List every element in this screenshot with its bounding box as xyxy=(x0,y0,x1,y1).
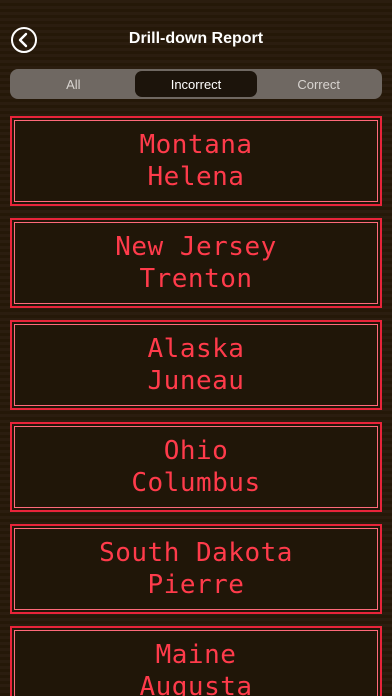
screen: Drill-down Report All Incorrect Correct … xyxy=(0,0,392,696)
capital-name: Augusta xyxy=(139,672,253,696)
list-item[interactable]: South Dakota Pierre xyxy=(10,524,382,614)
filter-segmented-control: All Incorrect Correct xyxy=(10,69,382,99)
state-name: Ohio xyxy=(163,436,229,466)
navigation-bar: Drill-down Report xyxy=(0,18,392,62)
list-item[interactable]: Alaska Juneau xyxy=(10,320,382,410)
state-name: Alaska xyxy=(147,334,245,364)
segment-all[interactable]: All xyxy=(12,71,135,97)
state-name: Montana xyxy=(139,130,253,160)
state-name: South Dakota xyxy=(99,538,293,568)
list-item[interactable]: Maine Augusta xyxy=(10,626,382,696)
list-item[interactable]: New Jersey Trenton xyxy=(10,218,382,308)
page-title: Drill-down Report xyxy=(128,30,264,47)
list-item[interactable]: Montana Helena xyxy=(10,116,382,206)
segment-correct[interactable]: Correct xyxy=(257,71,380,97)
capital-name: Pierre xyxy=(147,570,245,600)
capital-name: Helena xyxy=(147,162,245,192)
segment-incorrect[interactable]: Incorrect xyxy=(134,71,258,97)
state-name: Maine xyxy=(155,640,237,670)
capital-name: Juneau xyxy=(147,366,245,396)
list-item[interactable]: Ohio Columbus xyxy=(10,422,382,512)
state-name: New Jersey xyxy=(115,232,277,262)
capital-name: Trenton xyxy=(139,264,253,294)
report-list: Montana Helena New Jersey Trenton Alaska… xyxy=(10,116,382,696)
capital-name: Columbus xyxy=(131,468,261,498)
